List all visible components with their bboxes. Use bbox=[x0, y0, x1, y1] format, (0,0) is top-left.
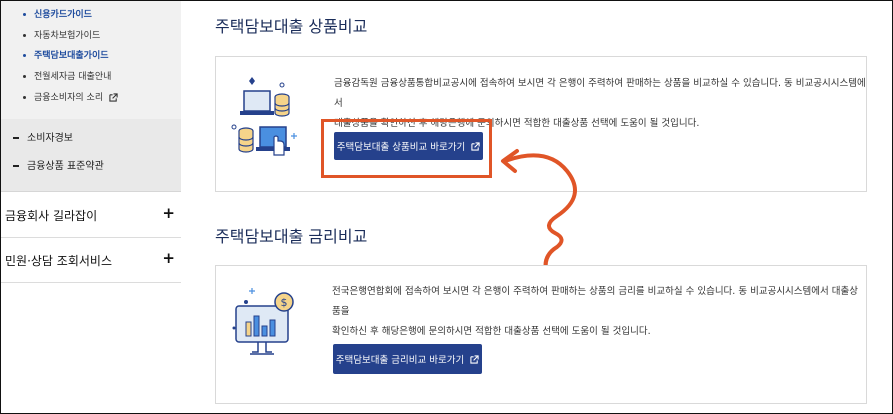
bullet-icon bbox=[23, 54, 26, 57]
section-title-rate-comparison: 주택담보대출 금리비교 bbox=[215, 227, 368, 246]
sidebar-item-consumer-voice[interactable]: 금융소비자의 소리 bbox=[23, 90, 118, 103]
svg-text:$: $ bbox=[281, 296, 288, 309]
highlight-box bbox=[321, 119, 492, 178]
bullet-icon bbox=[23, 34, 26, 37]
dash-icon bbox=[13, 165, 19, 167]
sidebar-menu-complaint-service[interactable]: 민원·상담 조회서비스 + bbox=[1, 238, 181, 283]
rate-comparison-link-button[interactable]: 주택담보대출 금리비교 바로가기 bbox=[333, 344, 482, 374]
sidebar-menu-financial-company-guide[interactable]: 금융회사 길라잡이 + bbox=[1, 193, 181, 238]
expand-plus-icon[interactable]: + bbox=[162, 204, 175, 222]
bullet-icon bbox=[23, 75, 26, 78]
sidebar-submenu: 신용카드가이드 자동차보험가이드 주택담보대출가이드 전월세자금 대출안내 금융… bbox=[1, 1, 181, 119]
sidebar-item-standard-terms[interactable]: 금융상품 표준약관 bbox=[13, 157, 104, 172]
laptop-coins-hand-icon bbox=[231, 77, 297, 156]
rate-comparison-card: $ 전국은행연합회에 접속하여 보시면 각 은행이 주력하여 판매하는 상품의 … bbox=[215, 265, 867, 404]
sidebar: 신용카드가이드 자동차보험가이드 주택담보대출가이드 전월세자금 대출안내 금융… bbox=[1, 1, 181, 413]
bullet-icon bbox=[23, 96, 26, 99]
bullet-icon bbox=[23, 13, 26, 16]
sidebar-dash-menu: 소비자경보 금융상품 표준약관 bbox=[1, 119, 181, 192]
main-content: 주택담보대출 상품비교 금융감독원 금융상품통합비교공시에 접속하여 보시면 각… bbox=[182, 1, 892, 413]
page-frame: 신용카드가이드 자동차보험가이드 주택담보대출가이드 전월세자금 대출안내 금융… bbox=[0, 0, 893, 414]
sidebar-item-jeonse-loan[interactable]: 전월세자금 대출안내 bbox=[23, 69, 111, 82]
expand-plus-icon[interactable]: + bbox=[162, 249, 175, 267]
external-link-icon bbox=[470, 354, 479, 364]
external-link-icon bbox=[109, 93, 118, 102]
sidebar-item-credit-card-guide[interactable]: 신용카드가이드 bbox=[23, 7, 92, 20]
sidebar-item-car-insurance-guide[interactable]: 자동차보험가이드 bbox=[23, 28, 100, 41]
dash-icon bbox=[13, 137, 19, 139]
monitor-chart-dollar-icon: $ bbox=[232, 288, 294, 355]
section-title-product-comparison: 주택담보대출 상품비교 bbox=[215, 17, 368, 36]
rate-comparison-description: 전국은행연합회에 접속하여 보시면 각 은행이 주력하여 판매하는 상품의 금리… bbox=[332, 286, 858, 337]
sidebar-item-mortgage-guide[interactable]: 주택담보대출가이드 bbox=[23, 48, 109, 61]
sidebar-item-consumer-alert[interactable]: 소비자경보 bbox=[13, 129, 73, 144]
